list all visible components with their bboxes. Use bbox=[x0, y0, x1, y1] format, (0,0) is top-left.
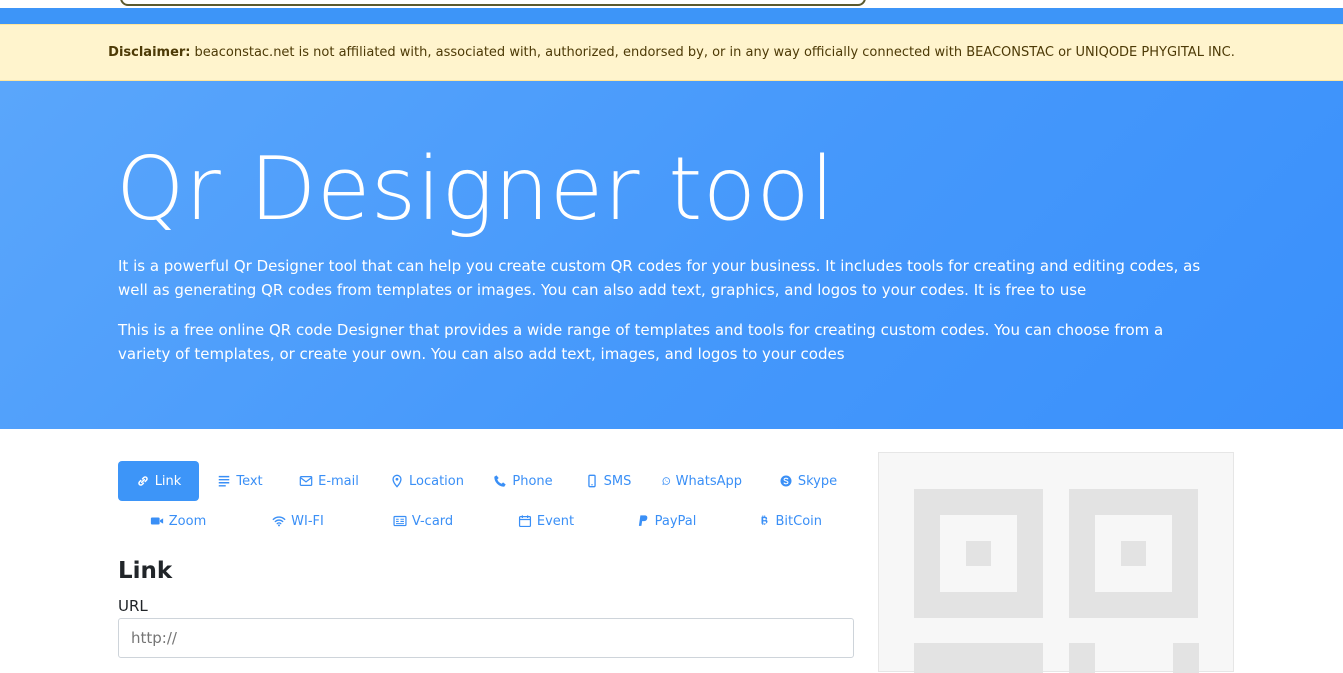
tab-label: WhatsApp bbox=[675, 473, 742, 489]
bitcoin-icon bbox=[761, 515, 768, 526]
whatsapp-icon bbox=[662, 477, 671, 485]
qr-module bbox=[1069, 643, 1095, 673]
tab-label: Phone bbox=[512, 473, 553, 489]
tab-label: PayPal bbox=[654, 513, 697, 529]
tab-label: BitCoin bbox=[775, 513, 822, 529]
paypal-icon bbox=[638, 515, 647, 526]
tab-label: V-card bbox=[411, 513, 454, 529]
top-strip bbox=[0, 0, 1343, 24]
qr-finder-top-left bbox=[914, 489, 1043, 618]
calendar-icon bbox=[518, 515, 531, 528]
hero-section: Qr Designer tool It is a powerful Qr Des… bbox=[0, 81, 1343, 429]
qr-module bbox=[1173, 643, 1199, 673]
tab-wifi[interactable]: WI-FI bbox=[268, 501, 328, 541]
tab-event[interactable]: Event bbox=[516, 501, 576, 541]
tab-phone[interactable]: Phone bbox=[490, 461, 556, 501]
tab-label: Location bbox=[409, 473, 464, 489]
envelope-icon bbox=[299, 476, 313, 486]
tab-label: SMS bbox=[603, 473, 632, 489]
disclaimer-label: Disclaimer: bbox=[108, 45, 191, 60]
tab-zoom[interactable]: Zoom bbox=[148, 501, 208, 541]
disclaimer-banner: Disclaimer: beaconstac.net is not affili… bbox=[0, 24, 1343, 81]
tab-whatsapp[interactable]: WhatsApp bbox=[662, 461, 742, 501]
top-search-pill[interactable] bbox=[120, 0, 866, 6]
tab-label: Link bbox=[154, 473, 182, 489]
vcard-icon bbox=[393, 515, 407, 527]
video-icon bbox=[150, 517, 163, 525]
wifi-icon bbox=[272, 516, 286, 527]
qr-finder-top-right bbox=[1069, 489, 1198, 618]
page-title: Qr Designer tool bbox=[116, 138, 835, 240]
tab-label: Text bbox=[236, 473, 263, 489]
form-title: Link bbox=[118, 558, 173, 584]
tab-vcard[interactable]: V-card bbox=[390, 501, 456, 541]
hero-paragraph-1: It is a powerful Qr Designer tool that c… bbox=[118, 257, 1201, 299]
map-pin-icon bbox=[392, 474, 402, 488]
url-label: URL bbox=[118, 597, 148, 615]
tab-label: Zoom bbox=[168, 513, 207, 529]
tab-label: Event bbox=[536, 513, 575, 529]
tab-location[interactable]: Location bbox=[390, 461, 464, 501]
tab-label: Skype bbox=[797, 473, 838, 489]
qr-preview bbox=[878, 452, 1234, 673]
phone-icon bbox=[494, 475, 507, 487]
tab-sms[interactable]: SMS bbox=[584, 461, 632, 501]
tab-skype[interactable]: Skype bbox=[778, 461, 838, 501]
link-icon bbox=[137, 476, 148, 486]
tab-bitcoin[interactable]: BitCoin bbox=[758, 501, 822, 541]
mobile-icon bbox=[587, 474, 596, 488]
qr-finder-bottom-left bbox=[914, 643, 1043, 673]
url-input[interactable] bbox=[118, 618, 854, 658]
tab-label: WI-FI bbox=[291, 513, 324, 529]
hero-paragraph-2: This is a free online QR code Designer t… bbox=[118, 321, 1164, 363]
tab-email[interactable]: E-mail bbox=[294, 461, 364, 501]
top-accent-bar bbox=[0, 8, 1343, 24]
text-icon bbox=[219, 475, 230, 487]
tab-paypal[interactable]: PayPal bbox=[634, 501, 698, 541]
disclaimer-text: beaconstac.net is not affiliated with, a… bbox=[194, 45, 1235, 60]
tab-label: E-mail bbox=[318, 473, 359, 489]
skype-icon bbox=[780, 475, 792, 487]
tab-link[interactable]: Link bbox=[118, 461, 199, 501]
tab-text[interactable]: Text bbox=[210, 461, 270, 501]
